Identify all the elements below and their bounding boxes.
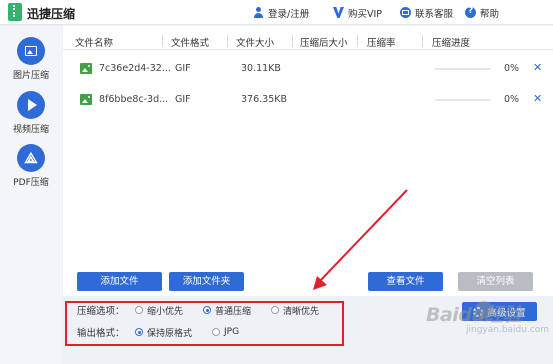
compress-options-label: 压缩选项： (77, 306, 125, 317)
file-format: GIF (175, 94, 191, 105)
image-icon (17, 37, 45, 65)
sidebar: 图片压缩 视频压缩 ⟁ PDF压缩 (0, 26, 62, 364)
output-format-label: 输出格式： (77, 328, 125, 339)
progress-percent: 0% (504, 94, 520, 105)
watermark-text: Baidu经验 (426, 304, 522, 326)
zip-file-icon (8, 3, 22, 21)
table-row[interactable]: 7c36e2d4-32... GIF 30.11KB 0% ✕ (63, 54, 553, 84)
play-icon (17, 91, 45, 119)
radio-keep-format[interactable]: 保持原格式 (135, 326, 192, 339)
clear-list-button[interactable]: 清空列表 (458, 272, 533, 291)
radio-clarity-priority[interactable]: 清晰优先 (271, 304, 319, 317)
login-register-label: 登录/注册 (268, 8, 310, 20)
file-size: 30.11KB (241, 63, 281, 74)
help-link[interactable]: 帮助 (465, 5, 499, 20)
view-files-button[interactable]: 查看文件 (368, 272, 443, 291)
sidebar-item-label: PDF压缩 (13, 178, 49, 188)
login-register-link[interactable]: 登录/注册 (253, 5, 309, 20)
radio-normal-compress[interactable]: 普通压缩 (203, 304, 251, 317)
help-icon (465, 6, 476, 18)
help-label: 帮助 (480, 8, 500, 20)
sidebar-item-label: 视频压缩 (12, 125, 49, 135)
app-title: 迅捷压缩 (27, 7, 76, 21)
progress-percent: 0% (504, 63, 520, 74)
column-divider (422, 35, 423, 47)
user-icon (253, 7, 264, 18)
watermark-url: jingyan.baidu.com (466, 325, 550, 335)
app-window: 迅捷压缩 登录/注册 购买VIP 联系客服 帮助 图片压缩 视频压缩 ⟁ (0, 0, 553, 364)
contact-service-link[interactable]: 联系客服 (400, 5, 453, 20)
add-file-button[interactable]: 添加文件 (77, 272, 162, 291)
column-header-name: 文件名称 (75, 38, 114, 49)
title-bar: 迅捷压缩 登录/注册 购买VIP 联系客服 帮助 (0, 0, 553, 25)
file-name: 8f6bbe8c-3d... (99, 94, 169, 105)
column-divider (227, 35, 228, 47)
file-name: 7c36e2d4-32... (99, 63, 171, 74)
output-format-row: 输出格式： 保持原格式 JPG (77, 325, 259, 339)
compress-options-row: 压缩选项： 缩小优先 普通压缩 清晰优先 (77, 303, 339, 317)
mail-icon (400, 7, 411, 18)
baidu-watermark: Baidu经验 jingyan.baidu.com (426, 300, 551, 360)
sidebar-item-label: 图片压缩 (12, 71, 49, 81)
radio-shrink-priority[interactable]: 缩小优先 (135, 304, 183, 317)
buy-vip-label: 购买VIP (348, 8, 383, 20)
image-file-icon (80, 94, 92, 105)
progress-bar (435, 68, 491, 70)
column-header-format: 文件格式 (171, 38, 210, 49)
column-divider (357, 35, 358, 47)
contact-service-label: 联系客服 (415, 8, 454, 20)
sidebar-item-video-compress[interactable]: 视频压缩 (0, 91, 62, 135)
remove-file-icon[interactable]: ✕ (533, 61, 542, 74)
column-divider (292, 35, 293, 47)
add-folder-button[interactable]: 添加文件夹 (169, 272, 244, 291)
column-divider (162, 35, 163, 47)
table-row[interactable]: 8f6bbe8c-3d... GIF 376.35KB 0% ✕ (63, 85, 553, 115)
progress-bar (435, 99, 491, 101)
column-header-ratio: 压缩率 (367, 38, 396, 49)
file-size: 376.35KB (241, 94, 287, 105)
column-header-compressed-size: 压缩后大小 (300, 38, 348, 49)
buy-vip-link[interactable]: 购买VIP (333, 5, 382, 20)
sidebar-item-image-compress[interactable]: 图片压缩 (0, 37, 62, 81)
sidebar-item-pdf-compress[interactable]: ⟁ PDF压缩 (0, 144, 62, 188)
vip-icon (333, 7, 344, 18)
column-header-size: 文件大小 (236, 38, 275, 49)
image-file-icon (80, 63, 92, 74)
file-format: GIF (175, 63, 191, 74)
remove-file-icon[interactable]: ✕ (533, 92, 542, 105)
column-header-progress: 压缩进度 (432, 38, 471, 49)
pdf-icon: ⟁ (17, 144, 45, 172)
table-header: 文件名称 文件格式 文件大小 压缩后大小 压缩率 压缩进度 (63, 32, 553, 50)
radio-jpg[interactable]: JPG (212, 327, 239, 337)
